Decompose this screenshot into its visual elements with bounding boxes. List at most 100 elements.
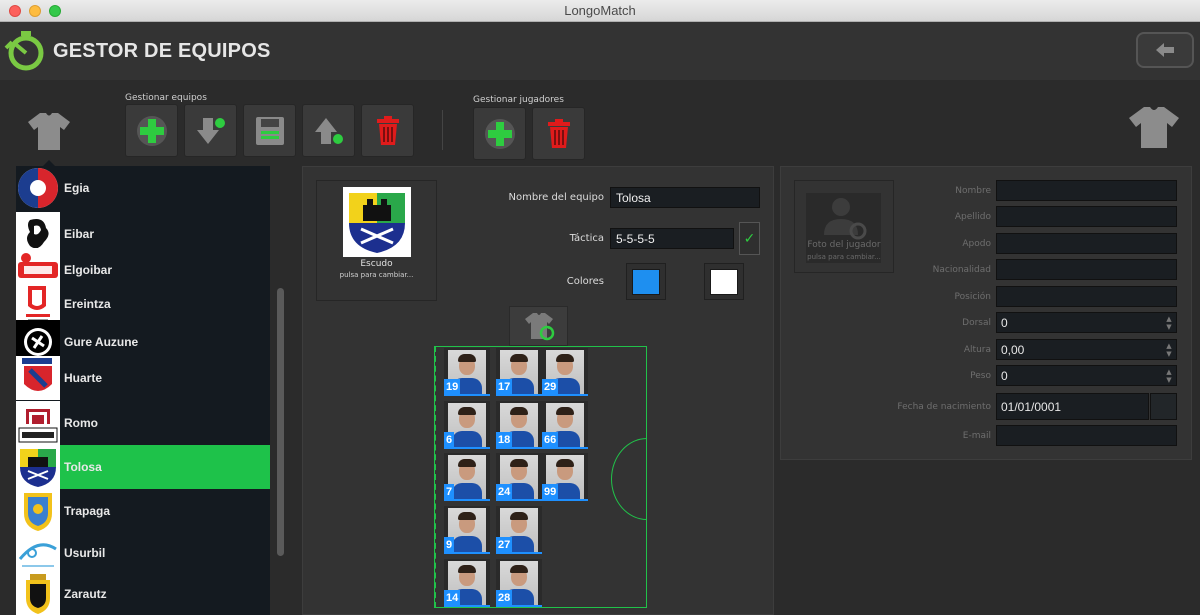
player-card[interactable]: 66 [542,401,588,449]
player-weight-stepper[interactable]: ▲ ▼ [1161,365,1177,386]
player-nationality-label: Nacionalidad [932,265,991,275]
player-birthdate-input[interactable]: 01/01/0001 [996,393,1149,420]
page-title: GESTOR DE EQUIPOS [53,40,271,62]
player-card[interactable]: 27 [496,506,542,554]
player-number: 19 [444,379,461,395]
shirt-swap-icon [525,313,555,341]
getxo-crest-icon [16,424,60,446]
apply-tactic-button[interactable]: ✓ [739,222,760,255]
trash-icon [547,118,570,148]
delete-team-button[interactable] [361,104,414,157]
player-card[interactable]: 19 [444,348,490,396]
team-name-input[interactable]: Tolosa [610,187,760,208]
player-email-input[interactable] [996,425,1177,446]
delete-player-button[interactable] [532,107,585,160]
window-title: LongoMatch [564,3,636,18]
player-height-input[interactable]: 0,00 [996,339,1177,360]
team-name: Eibar [64,227,95,241]
egia-crest-icon [18,168,58,208]
team-list: Egia Eibar Elgoibar Ereintza Gure Auzune… [16,166,270,615]
trash-icon [376,115,399,145]
player-number: 18 [496,432,513,448]
player-nickname-input[interactable] [996,233,1177,254]
player-card[interactable]: 18 [496,401,542,449]
player-number: 17 [496,379,513,395]
player-card[interactable]: 24 [496,453,542,501]
player-birthdate-label: Fecha de nacimiento [897,402,991,412]
manage-players-label: Gestionar jugadores [473,95,564,105]
export-team-button[interactable] [302,104,355,157]
team-crest-button[interactable] [316,180,437,301]
getxo-crest [16,424,60,446]
import-team-button[interactable] [184,104,237,157]
import-icon [196,117,225,144]
player-number: 24 [496,484,513,500]
add-team-button[interactable] [125,104,178,157]
player-number: 28 [496,590,513,606]
player-name-label: Nombre [955,186,991,196]
window-titlebar: LongoMatch [0,0,1200,22]
tolosa-crest-icon [16,445,60,489]
player-weight-label: Peso [970,371,991,381]
player-number-input[interactable]: 0 [996,312,1177,333]
plus-icon [484,118,515,149]
crest-label: Escudo [360,259,393,269]
tactic-input[interactable]: 5-5-5-5 [610,228,734,249]
player-email-label: E-mail [962,431,991,441]
player-nickname-label: Apodo [962,239,991,249]
export-icon [314,117,343,144]
team-item-usurbil[interactable]: Usurbil [16,531,270,575]
player-card[interactable]: 99 [542,453,588,501]
save-team-button[interactable] [243,104,296,157]
usurbil-crest-icon [16,531,60,575]
team-item-zarautz[interactable]: Zarautz [16,572,270,615]
player-card[interactable]: 29 [542,348,588,396]
team-name: Tolosa [64,460,102,474]
player-photo-label: Foto del jugador [807,240,881,250]
team-name: Romo [64,416,98,430]
team-list-scroll-thumb[interactable] [277,288,284,556]
zarautz-crest-icon [16,572,60,615]
player-nationality-input[interactable] [996,259,1177,280]
player-name-input[interactable] [996,180,1177,201]
tolosa-crest-large-icon [343,187,411,257]
player-card[interactable]: 14 [444,559,490,607]
primary-color-button[interactable] [626,263,666,300]
team-name-label: Nombre del equipo [508,192,604,203]
field-goal-line [434,346,437,608]
player-number: 6 [444,432,455,448]
player-card[interactable]: 9 [444,506,490,554]
team-item-trapaga[interactable]: Trapaga [16,489,270,533]
player-height-stepper[interactable]: ▲ ▼ [1161,339,1177,360]
player-number-stepper[interactable]: ▲ ▼ [1161,312,1177,333]
secondary-color-button[interactable] [704,263,744,300]
team-name: Elgoibar [64,263,113,277]
longomatch-logo-icon [4,31,44,71]
player-number: 99 [542,484,559,500]
team-name: Gure Auzune [64,335,139,349]
player-number: 27 [496,537,513,553]
team-item-huarte[interactable]: Huarte [16,356,270,400]
team-item-egia[interactable]: Egia [16,166,270,210]
swap-kit-button[interactable] [509,306,568,346]
player-card[interactable]: 6 [444,401,490,449]
back-button[interactable] [1136,32,1194,68]
player-card[interactable]: 28 [496,559,542,607]
player-card[interactable]: 7 [444,453,490,501]
team-item-tolosa[interactable]: Tolosa [16,445,270,489]
trapaga-crest-icon [16,489,60,533]
huarte-crest-icon [16,356,60,400]
player-position-input[interactable] [996,286,1177,307]
player-number: 29 [542,379,559,395]
add-player-button[interactable] [473,107,526,160]
player-surname-input[interactable] [996,206,1177,227]
team-name: Ereintza [64,297,111,311]
player-photo-hint: pulsa para cambiar... [807,253,881,261]
player-position-label: Posición [954,292,991,302]
team-shirt-icon [28,113,70,150]
birthdate-picker-button[interactable] [1150,393,1177,420]
player-weight-input[interactable]: 0 [996,365,1177,386]
app-header: GESTOR DE EQUIPOS [0,22,1200,80]
player-card[interactable]: 17 [496,348,542,396]
secondary-color-swatch [710,268,738,295]
